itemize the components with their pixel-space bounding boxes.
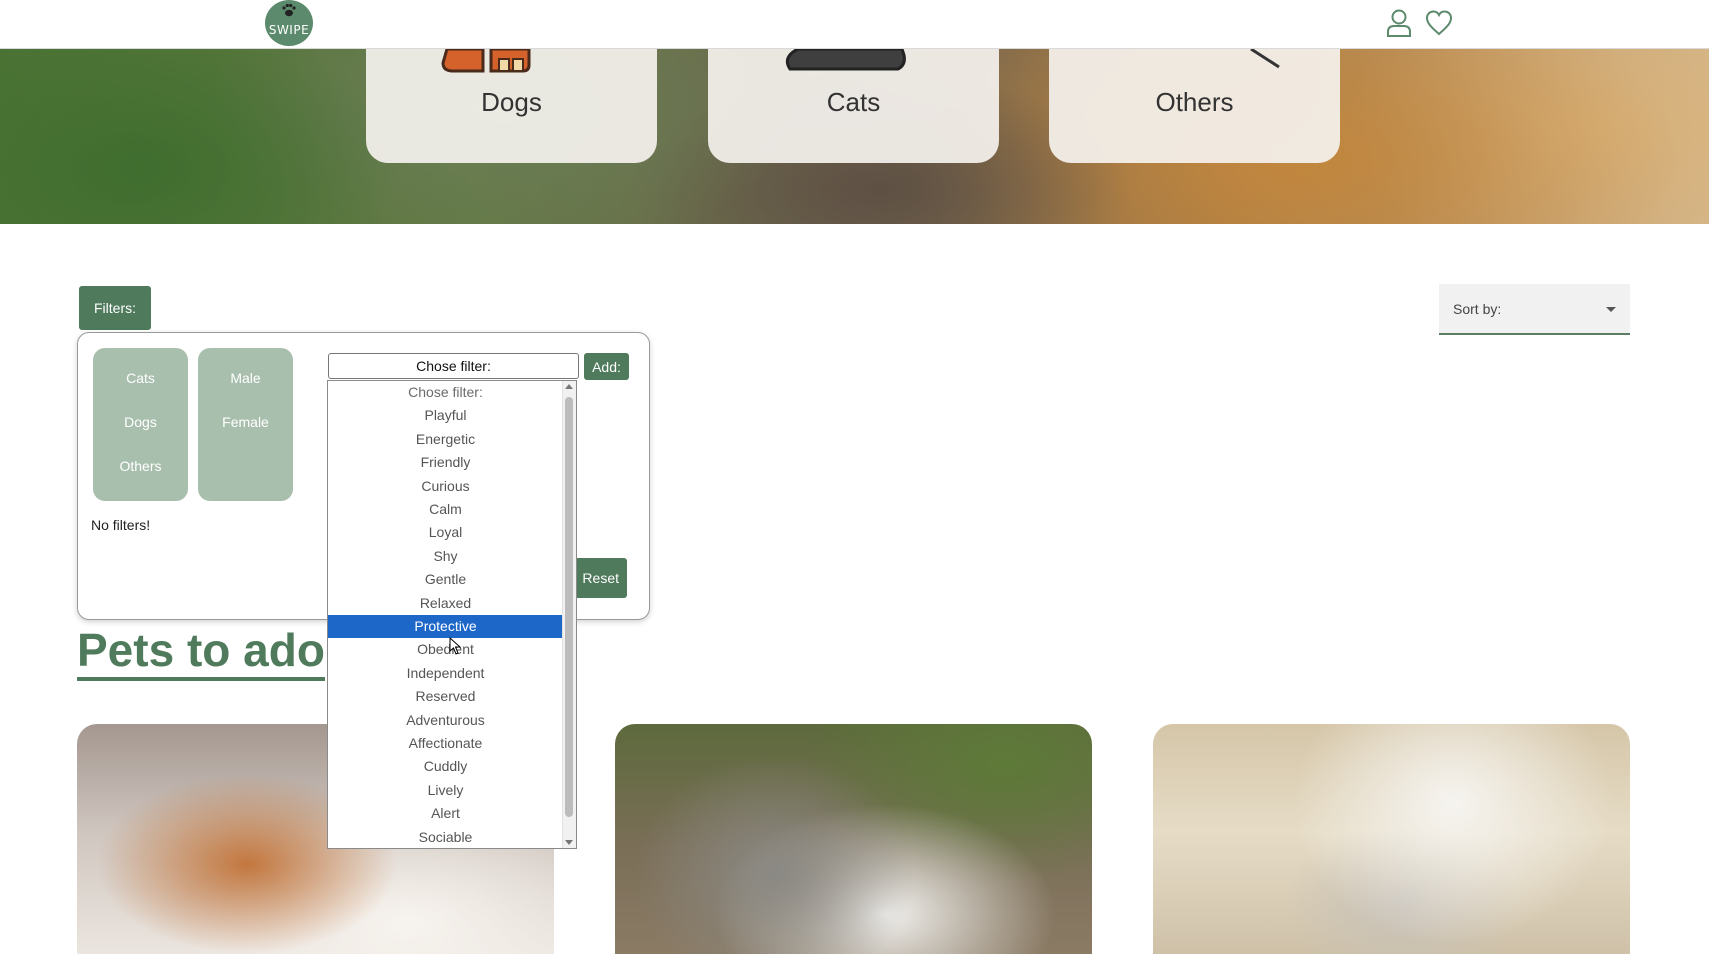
category-card-dogs[interactable]: Dogs	[366, 49, 657, 163]
category-label-cats: Cats	[826, 87, 881, 117]
dropdown-option[interactable]: Playful	[328, 404, 563, 427]
chevron-down-icon	[1606, 307, 1616, 312]
scroll-down-arrow-icon[interactable]	[565, 840, 573, 845]
species-chip-cats[interactable]: Cats	[93, 370, 188, 386]
paw-icon	[282, 3, 296, 17]
logo[interactable]: SWIPE	[265, 0, 313, 46]
sex-chip-male[interactable]: Male	[198, 370, 293, 386]
dropdown-option[interactable]: Adventurous	[328, 709, 563, 732]
dog-illustration-icon	[441, 49, 531, 73]
hero-banner: Dogs Cats Others	[0, 49, 1709, 224]
pet-card-photo[interactable]	[1153, 724, 1630, 954]
dropdown-option[interactable]: Calm	[328, 498, 563, 521]
trait-filter-select[interactable]: Chose filter:	[328, 353, 579, 379]
dropdown-option[interactable]: Friendly	[328, 451, 563, 474]
scroll-up-arrow-icon[interactable]	[565, 384, 573, 389]
dropdown-option[interactable]: Shy	[328, 545, 563, 568]
dropdown-scrollbar[interactable]	[562, 381, 576, 848]
sort-by-label: Sort by:	[1453, 301, 1502, 317]
dropdown-option[interactable]: Curious	[328, 475, 563, 498]
dropdown-option-highlighted[interactable]: Protective	[328, 615, 563, 639]
user-icon[interactable]	[1385, 8, 1413, 38]
sex-chip-female[interactable]: Female	[198, 414, 293, 430]
dropdown-option[interactable]: Alert	[328, 802, 563, 825]
mouse-pointer-icon	[449, 637, 461, 655]
dropdown-option[interactable]: Relaxed	[328, 592, 563, 615]
dropdown-option[interactable]: Obedient	[328, 638, 563, 661]
reset-button[interactable]: Reset	[569, 558, 627, 598]
dropdown-option[interactable]: Loyal	[328, 521, 563, 544]
sex-filter-group: Male Female	[198, 348, 293, 501]
dropdown-option[interactable]: Lively	[328, 779, 563, 802]
trait-filter-dropdown[interactable]: Chose filter: Playful Energetic Friendly…	[327, 380, 577, 849]
logo-text: SWIPE	[268, 23, 310, 37]
category-label-dogs: Dogs	[481, 87, 542, 117]
category-card-others[interactable]: Others	[1049, 49, 1340, 163]
heart-icon[interactable]	[1425, 8, 1453, 38]
species-filter-group: Cats Dogs Others	[93, 348, 188, 501]
dropdown-option[interactable]: Chose filter:	[328, 381, 563, 404]
dropdown-option[interactable]: Gentle	[328, 568, 563, 591]
section-title: Pets to ado	[77, 623, 325, 681]
category-label-others: Others	[1155, 87, 1234, 117]
filters-button[interactable]: Filters:	[79, 286, 151, 330]
cat-illustration-icon	[785, 49, 906, 71]
dropdown-option[interactable]: Independent	[328, 662, 563, 685]
no-filters-text: No filters!	[91, 517, 151, 533]
dropdown-option[interactable]: Sociable	[328, 826, 563, 848]
species-chip-dogs[interactable]: Dogs	[93, 414, 188, 430]
scrollbar-thumb[interactable]	[565, 397, 573, 817]
category-card-cats[interactable]: Cats	[708, 49, 999, 163]
others-illustration-icon	[1250, 49, 1280, 69]
add-filter-button[interactable]: Add:	[584, 353, 629, 380]
sort-by-select[interactable]: Sort by:	[1439, 284, 1630, 335]
dropdown-option[interactable]: Reserved	[328, 685, 563, 708]
species-chip-others[interactable]: Others	[93, 458, 188, 474]
dropdown-option[interactable]: Energetic	[328, 428, 563, 451]
top-navbar: SWIPE	[0, 0, 1709, 49]
dropdown-option[interactable]: Cuddly	[328, 755, 563, 778]
pet-card-photo[interactable]	[615, 724, 1092, 954]
dropdown-option[interactable]: Affectionate	[328, 732, 563, 755]
